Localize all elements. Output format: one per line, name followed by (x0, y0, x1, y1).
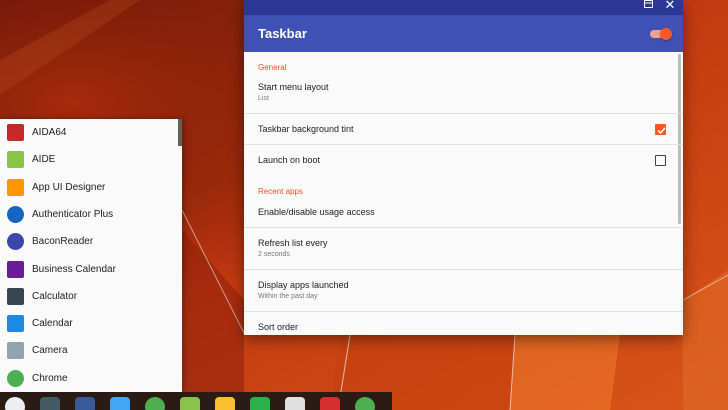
pushbullet-icon[interactable] (145, 397, 165, 410)
drive-icon[interactable] (215, 397, 235, 410)
business-calendar-icon (7, 260, 24, 278)
pref-start-menu-layout[interactable]: Start menu layout List (244, 82, 683, 114)
gmail-icon[interactable] (320, 397, 340, 410)
authenticator-plus-icon (7, 205, 24, 223)
settings-window: ✕ Taskbar General Start menu layout List… (244, 0, 683, 335)
start-menu-icon[interactable] (5, 397, 25, 410)
maximize-icon[interactable] (641, 0, 655, 13)
taskbar (0, 392, 392, 410)
calculator-icon (7, 287, 24, 305)
camera-icon (7, 342, 24, 360)
android-app-icon[interactable] (180, 397, 200, 410)
pref-title: Start menu layout (258, 82, 329, 92)
pref-display-apps[interactable]: Display apps launched Within the past da… (244, 270, 683, 312)
app-list-item[interactable]: AIDA64 (0, 119, 178, 146)
app-label: Calculator (32, 290, 78, 302)
settings-app-icon[interactable] (40, 397, 60, 410)
app-label: Camera (32, 345, 68, 357)
app-list-item[interactable]: App UI Designer (0, 174, 178, 201)
taskbar-enable-switch[interactable] (650, 28, 672, 40)
app-list-item[interactable]: Calendar (0, 310, 178, 337)
page-title: Taskbar (258, 26, 307, 41)
pref-title: Launch on boot (258, 155, 321, 165)
play-store-icon[interactable] (285, 397, 305, 410)
app-list-scrollbar[interactable] (178, 119, 182, 146)
start-menu-app-list[interactable]: AIDA64 AIDE App UI Designer Authenticator P… (0, 119, 182, 392)
feedly-icon[interactable] (250, 397, 270, 410)
aide-icon (7, 151, 24, 169)
app-list-item[interactable]: Camera (0, 337, 178, 364)
app-list-item[interactable]: Calculator (0, 283, 178, 310)
calendar-icon (7, 315, 24, 333)
pref-summary: Within the past day (258, 293, 318, 300)
app-list-item[interactable]: Authenticator Plus (0, 201, 178, 228)
pref-background-tint[interactable]: Taskbar background tint (244, 114, 683, 145)
pref-title: Taskbar background tint (258, 124, 354, 134)
app-label: AIDE (32, 154, 56, 166)
app-label: Chrome (32, 372, 68, 384)
switch-thumb (660, 28, 672, 40)
pref-title: Display apps launched (258, 280, 349, 290)
background-tint-checkbox[interactable] (655, 124, 666, 135)
chrome-icon (7, 369, 24, 387)
app-label: BaconReader (32, 236, 94, 248)
aida64-icon (7, 124, 24, 141)
app-list-item[interactable]: AIDE (0, 146, 178, 173)
pref-summary: List (258, 95, 269, 102)
app-label: Authenticator Plus (32, 208, 114, 220)
check-icon (657, 127, 666, 135)
launch-on-boot-checkbox[interactable] (655, 155, 666, 166)
pref-launch-on-boot[interactable]: Launch on boot (244, 145, 683, 175)
pref-sort-order[interactable]: Sort order (244, 312, 683, 335)
pref-title: Refresh list every (258, 238, 328, 248)
close-icon[interactable]: ✕ (663, 0, 677, 13)
section-header-recent-apps: Recent apps (258, 187, 303, 196)
app-label: Calendar (32, 318, 73, 330)
window-titlebar[interactable]: ✕ (244, 0, 683, 15)
app-list-item[interactable]: BaconReader (0, 228, 178, 255)
pref-summary: 2 seconds (258, 251, 290, 258)
baconreader-icon (7, 233, 24, 251)
pref-title: Sort order (258, 322, 299, 332)
docs-app-icon[interactable] (110, 397, 130, 410)
chrome-taskbar-icon[interactable] (355, 397, 375, 410)
facebook-icon[interactable] (75, 397, 95, 410)
app-bar: Taskbar (244, 15, 683, 52)
app-label: App UI Designer (32, 181, 106, 193)
pref-title: Enable/disable usage access (258, 207, 375, 217)
app-list-item[interactable]: Chrome (0, 365, 178, 392)
section-header-general: General (258, 63, 287, 72)
pref-usage-access[interactable]: Enable/disable usage access (244, 207, 683, 228)
app-ui-designer-icon (7, 178, 24, 196)
app-label: Business Calendar (32, 263, 116, 275)
pref-refresh-list[interactable]: Refresh list every 2 seconds (244, 228, 683, 270)
settings-list[interactable]: General Start menu layout List Taskbar b… (244, 52, 683, 335)
app-list-item[interactable]: Business Calendar (0, 256, 178, 283)
app-label: AIDA64 (32, 127, 67, 138)
